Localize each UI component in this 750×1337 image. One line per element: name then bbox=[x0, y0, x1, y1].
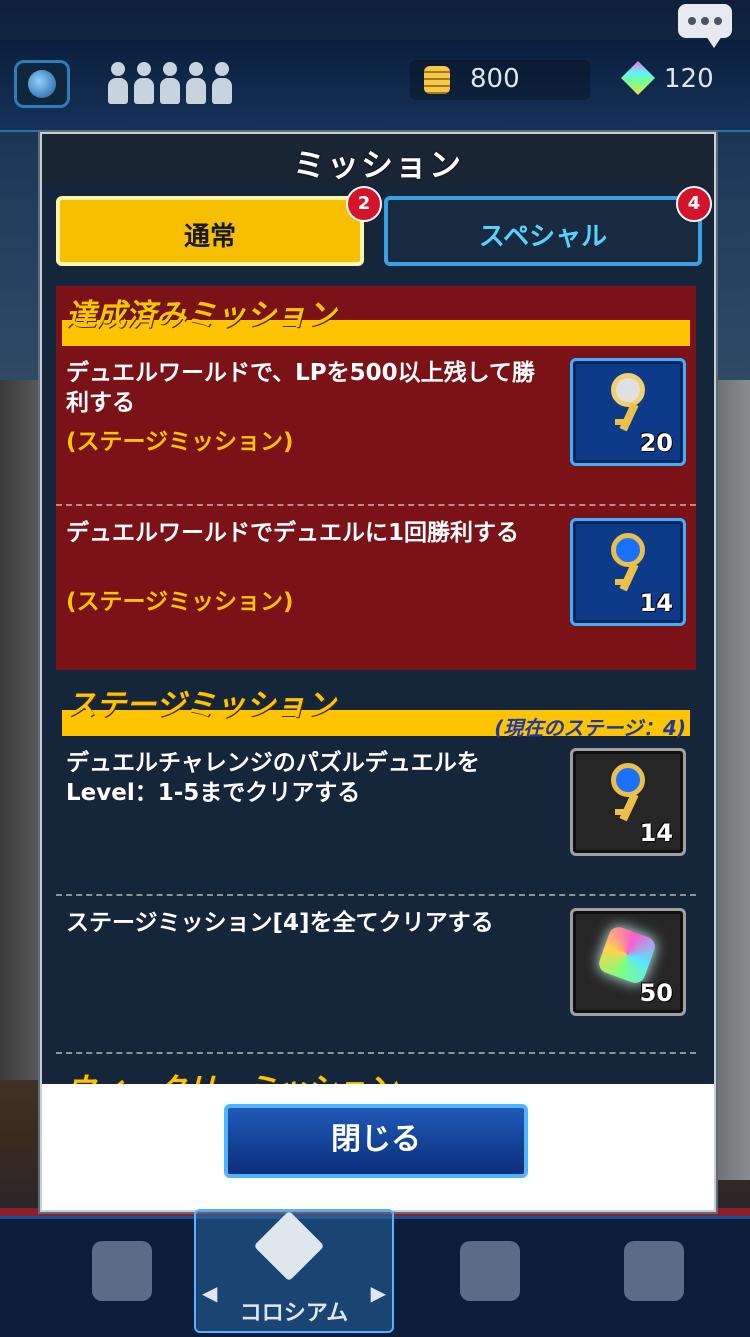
gem-counter: 120 bbox=[612, 60, 742, 100]
background-left bbox=[0, 380, 40, 1080]
player-icon bbox=[212, 62, 232, 104]
reward-count: 14 bbox=[639, 819, 673, 847]
reward-count: 14 bbox=[639, 589, 673, 617]
coin-value: 800 bbox=[470, 64, 520, 94]
reward-box[interactable]: 14 bbox=[570, 518, 686, 626]
cart-icon bbox=[460, 1241, 520, 1301]
reward-box[interactable]: 14 bbox=[570, 748, 686, 856]
section-title: ステージミッション bbox=[66, 688, 336, 723]
nav-deck[interactable] bbox=[584, 1231, 724, 1327]
world-button[interactable] bbox=[14, 60, 70, 108]
dialog-title: ミッション bbox=[292, 146, 463, 184]
dialog-body: 通常 2 スペシャル 4 達成済みミッション デュエルワールドで、LPを500以… bbox=[42, 186, 714, 1084]
mission-item[interactable]: デュエルチャレンジのパズルデュエルをLevel：1-5までクリアする 14 bbox=[56, 736, 696, 894]
mission-text: ステージミッション[4]を全てクリアする bbox=[66, 910, 494, 936]
coin-counter: 800 bbox=[410, 60, 590, 100]
section-title: ウィークリーミッション bbox=[66, 1064, 396, 1084]
mission-text: デュエルチャレンジのパズルデュエルをLevel：1-5までクリアする bbox=[66, 750, 480, 806]
background-right bbox=[710, 380, 750, 1180]
player-icon bbox=[160, 62, 180, 104]
mission-category: (ステージミッション) bbox=[66, 429, 294, 455]
profile-gear-icon bbox=[92, 1241, 152, 1301]
globe-icon bbox=[28, 70, 56, 98]
mission-text: デュエルワールドで、LPを500以上残して勝利する bbox=[66, 360, 535, 416]
mission-dialog: ミッション 通常 2 スペシャル 4 達成済みミッション デュエルワールドで、L… bbox=[40, 132, 716, 1212]
gem-icon bbox=[596, 923, 658, 986]
reward-count: 50 bbox=[639, 979, 673, 1007]
mission-category: (ステージミッション) bbox=[66, 589, 294, 615]
close-button[interactable]: 閉じる bbox=[224, 1104, 528, 1178]
reward-count: 20 bbox=[639, 429, 673, 457]
player-icon bbox=[186, 62, 206, 104]
stage-missions-section: ステージミッション (現在のステージ：4) デュエルチャレンジのパズルデュエルを… bbox=[56, 676, 696, 1084]
player-slots bbox=[108, 62, 232, 104]
section-title: 達成済みミッション bbox=[66, 298, 336, 333]
mission-item[interactable]: デュエルワールドでデュエルに1回勝利する (ステージミッション) 14 bbox=[56, 504, 696, 662]
cards-icon bbox=[624, 1241, 684, 1301]
player-icon bbox=[134, 62, 154, 104]
gem-icon bbox=[621, 61, 655, 95]
section-header: 達成済みミッション bbox=[56, 286, 696, 346]
silver-key-icon bbox=[597, 373, 657, 433]
tab-special[interactable]: スペシャル 4 bbox=[384, 186, 712, 266]
top-bar: 800 120 bbox=[0, 40, 750, 132]
nav-profile[interactable] bbox=[52, 1231, 192, 1327]
reward-box[interactable]: 20 bbox=[570, 358, 686, 466]
mission-item[interactable]: デュエルワールドで、LPを500以上残して勝利する (ステージミッション) 20 bbox=[56, 346, 696, 504]
mission-list[interactable]: 達成済みミッション デュエルワールドで、LPを500以上残して勝利する (ステー… bbox=[56, 286, 700, 1084]
coin-icon bbox=[424, 66, 450, 94]
notification-badge: 2 bbox=[346, 186, 382, 222]
bottom-nav: ◀ ▶ コロシアム bbox=[0, 1209, 750, 1337]
chat-icon[interactable] bbox=[678, 4, 732, 48]
completed-missions-section: 達成済みミッション デュエルワールドで、LPを500以上残して勝利する (ステー… bbox=[56, 286, 696, 670]
dialog-title-bar: ミッション bbox=[42, 134, 714, 189]
notification-badge: 4 bbox=[676, 186, 712, 222]
section-header: ステージミッション (現在のステージ：4) bbox=[56, 676, 696, 740]
nav-shop[interactable] bbox=[420, 1231, 560, 1327]
tab-normal[interactable]: 通常 2 bbox=[56, 186, 382, 266]
player-icon bbox=[108, 62, 128, 104]
reward-box[interactable]: 50 bbox=[570, 908, 686, 1016]
dialog-footer: 閉じる bbox=[42, 1084, 714, 1210]
mission-text: デュエルワールドでデュエルに1回勝利する bbox=[66, 520, 520, 546]
nav-colosseum[interactable]: ◀ ▶ コロシアム bbox=[194, 1209, 394, 1333]
weekly-missions-section: ウィークリーミッション bbox=[56, 1052, 696, 1084]
tab-label: 通常 bbox=[183, 222, 236, 252]
gem-value: 120 bbox=[664, 64, 714, 94]
nav-label: コロシアム bbox=[239, 1301, 349, 1326]
blue-key-icon bbox=[597, 763, 657, 823]
mission-item[interactable]: ステージミッション[4]を全てクリアする 50 bbox=[56, 894, 696, 1052]
crossed-swords-icon bbox=[253, 1210, 325, 1282]
tab-label: スペシャル bbox=[478, 222, 608, 252]
blue-key-icon bbox=[597, 533, 657, 593]
